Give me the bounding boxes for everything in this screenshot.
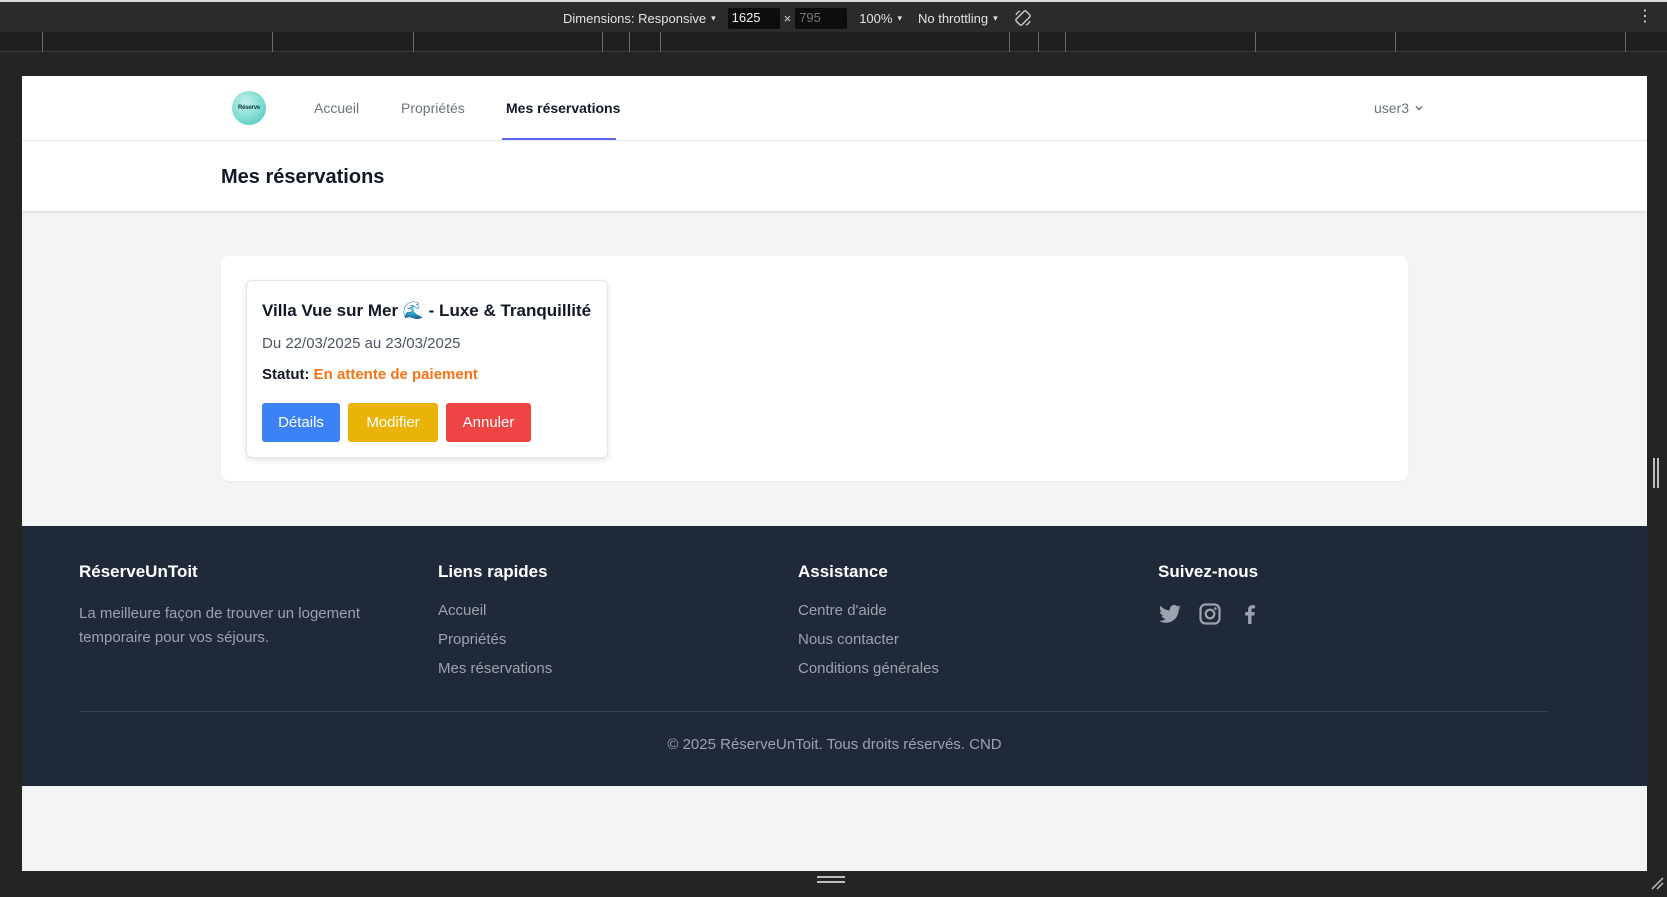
zoom-dropdown[interactable]: 100% ▾: [859, 11, 902, 26]
facebook-icon[interactable]: [1238, 602, 1262, 626]
edit-button[interactable]: Modifier: [348, 403, 438, 442]
dimensions-dropdown[interactable]: Dimensions: Responsive ▾: [563, 11, 716, 26]
reservation-card: Villa Vue sur Mer 🌊 - Luxe & Tranquillit…: [246, 280, 608, 458]
throttling-dropdown[interactable]: No throttling ▾: [918, 11, 998, 26]
reservation-actions: Détails Modifier Annuler: [262, 403, 531, 442]
more-options-icon[interactable]: ⋮: [1637, 8, 1653, 26]
footer-link-help-center[interactable]: Centre d'aide: [798, 602, 939, 619]
page-title: Mes réservations: [221, 166, 385, 188]
cancel-button[interactable]: Annuler: [446, 403, 531, 442]
chevron-down-icon: [1415, 105, 1423, 111]
copyright-text: © 2025 RéserveUnToit. Tous droits réserv…: [667, 736, 1002, 753]
device-toolbar-controls: Dimensions: Responsive ▾ 1625 × 795 100%…: [563, 6, 1034, 30]
dimensions-label: Dimensions: Responsive: [563, 10, 707, 26]
reservation-title: Villa Vue sur Mer 🌊 - Luxe & Tranquillit…: [262, 301, 592, 320]
footer-divider: [80, 711, 1548, 712]
footer-link-accueil[interactable]: Accueil: [438, 602, 552, 619]
reservations-panel: Villa Vue sur Mer 🌊 - Luxe & Tranquillit…: [221, 256, 1408, 481]
footer-link-mes-reservations[interactable]: Mes réservations: [438, 660, 552, 677]
width-input[interactable]: 1625: [727, 7, 780, 29]
twitter-icon[interactable]: [1158, 602, 1182, 626]
active-tab-indicator: [502, 138, 616, 140]
media-query-ruler: [0, 32, 1667, 52]
right-resize-handle[interactable]: [1653, 458, 1659, 488]
top-navbar: Réserve Accueil Propriétés Mes réservati…: [22, 76, 1647, 141]
site-logo[interactable]: Réserve: [232, 91, 266, 125]
username: user3: [1374, 100, 1410, 116]
logo-text: Réserve: [238, 105, 260, 111]
footer-brand-heading: RéserveUnToit: [79, 562, 198, 581]
reservation-status: Statut: En attente de paiement: [262, 366, 478, 383]
rotate-icon[interactable]: [1012, 7, 1034, 29]
footer-brand-text: La meilleure façon de trouver un logemen…: [79, 605, 361, 646]
nav-link-accueil[interactable]: Accueil: [314, 100, 359, 116]
throttling-label: No throttling: [917, 10, 989, 26]
footer-social-heading: Suivez-nous: [1158, 562, 1259, 581]
footer-link-terms[interactable]: Conditions générales: [798, 660, 939, 677]
footer-quick-links-heading: Liens rapides: [438, 562, 548, 581]
height-input[interactable]: 795: [795, 7, 848, 29]
zoom-label: 100%: [859, 10, 893, 26]
devtools-device-toolbar: Dimensions: Responsive ▾ 1625 × 795 100%…: [0, 0, 1667, 32]
footer-assistance-heading: Assistance: [798, 562, 888, 581]
reservation-dates: Du 22/03/2025 au 23/03/2025: [262, 335, 461, 352]
status-badge: En attente de paiement: [313, 366, 478, 383]
corner-resize-icon[interactable]: [1650, 876, 1664, 890]
nav-link-mes-reservations[interactable]: Mes réservations: [506, 100, 620, 116]
times-separator: ×: [783, 10, 792, 26]
footer-brand-column: RéserveUnToit La meilleure façon de trou…: [79, 562, 399, 650]
footer-quick-links-column: Liens rapides Accueil Propriétés Mes rés…: [438, 562, 552, 689]
details-button[interactable]: Détails: [262, 403, 340, 442]
chevron-down-icon: ▾: [993, 12, 998, 23]
footer-link-proprietes[interactable]: Propriétés: [438, 631, 552, 648]
social-links: [1158, 602, 1262, 626]
footer-assistance-column: Assistance Centre d'aide Nous contacter …: [798, 562, 939, 689]
bottom-resize-handle[interactable]: [817, 876, 845, 884]
status-label: Statut:: [262, 366, 310, 383]
user-menu[interactable]: user3: [1374, 100, 1424, 116]
page-bottom-area: [22, 786, 1647, 871]
instagram-icon[interactable]: [1198, 602, 1222, 626]
nav-link-proprietes[interactable]: Propriétés: [401, 100, 465, 116]
chevron-down-icon: ▾: [897, 12, 902, 23]
footer-social-column: Suivez-nous: [1158, 562, 1262, 626]
page-header: Mes réservations: [22, 141, 1647, 211]
page-viewport: Réserve Accueil Propriétés Mes réservati…: [22, 76, 1647, 871]
chevron-down-icon: ▾: [711, 12, 716, 23]
footer-link-contact[interactable]: Nous contacter: [798, 631, 939, 648]
site-footer: RéserveUnToit La meilleure façon de trou…: [22, 526, 1647, 786]
